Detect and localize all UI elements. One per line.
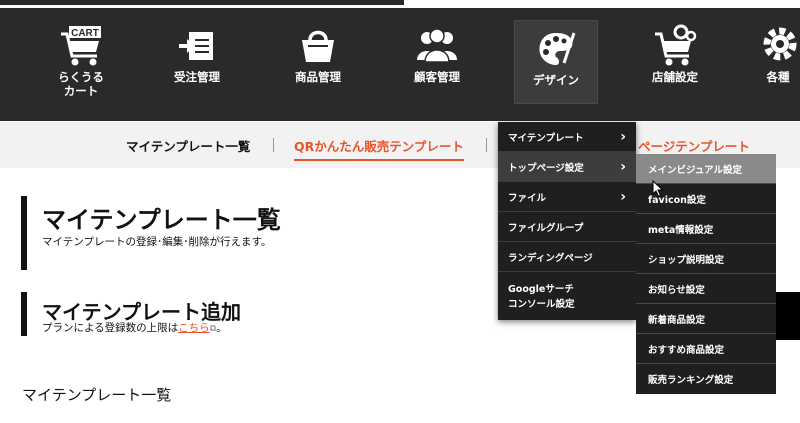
nav-label: 店舗設定 [652,70,698,84]
nav-label: 商品管理 [295,70,341,84]
heading-bar [21,292,27,336]
nav-label: デザイン [533,73,579,87]
page-description: マイテンプレートの登録･編集･削除が行えます。 [42,236,272,248]
nav-item-products[interactable]: 商品管理 [273,18,363,104]
plan-limit-link[interactable]: こちら [178,322,210,334]
mouse-cursor-icon [652,180,664,198]
tab-my-template-list[interactable]: マイテンプレート一覧 [126,136,250,155]
chevron-right-icon: › [620,188,626,205]
top-strip [0,0,800,8]
nav-label: 各種 [766,70,790,84]
store-settings-icon [655,24,697,66]
tab-qr-template[interactable]: QRかんたん販売テンプレート [294,136,464,161]
gear-icon [763,27,797,61]
nav-item-cart[interactable]: CART らくうる カート [36,18,126,104]
submenu-item-ranking[interactable]: 販売ランキング設定 [636,364,776,394]
menu-item-file[interactable]: ファイル › [498,182,636,212]
submenu-item-news[interactable]: お知らせ設定 [636,274,776,304]
nav-item-misc[interactable]: 各種 [748,18,800,104]
nav-item-store-settings[interactable]: 店舗設定 [630,18,720,104]
nav-label: 顧客管理 [414,70,460,84]
submenu-item-new-products[interactable]: 新着商品設定 [636,304,776,334]
submenu-item-meta[interactable]: meta情報設定 [636,214,776,244]
main-nav: CART らくうる カート 受注管理 商品管理 顧客管理 デザイン 店舗設定 各… [0,8,800,121]
nav-item-design[interactable]: デザイン [514,20,598,104]
chevron-right-icon: › [620,128,626,145]
template-list-label: マイテンプレート一覧 [22,386,172,404]
nav-item-orders[interactable]: 受注管理 [152,18,242,104]
nav-label: らくうる カート [58,70,104,98]
menu-item-google-search-console[interactable]: Googleサーチ コンソール設定 [498,272,636,320]
nav-item-customers[interactable]: 顧客管理 [392,18,482,104]
cart-icon: CART [61,26,101,66]
shopping-bag-icon [302,30,334,62]
menu-item-file-group[interactable]: ファイルグループ [498,212,636,242]
nav-label: 受注管理 [174,70,220,84]
submenu-item-recommended[interactable]: おすすめ商品設定 [636,334,776,364]
tab-divider [273,138,274,152]
add-template-description: プランによる登録数の上限はこちら⧉。 [42,322,227,334]
tab-divider [486,138,487,152]
page-title: マイテンプレート一覧 [42,206,281,234]
palette-icon [539,32,576,65]
customers-icon [417,28,457,63]
submenu-item-shop-description[interactable]: ショップ説明設定 [636,244,776,274]
heading-bar [21,196,27,270]
menu-item-my-template[interactable]: マイテンプレート › [498,122,636,152]
background-panel-edge [776,292,800,340]
menu-item-landing-page[interactable]: ランディングページ [498,242,636,272]
svg-text:CART: CART [71,28,99,39]
design-dropdown-menu: マイテンプレート › トップページ設定 › ファイル › ファイルグループ ランディン… [498,122,636,320]
menu-item-top-page-settings[interactable]: トップページ設定 › [498,152,636,182]
order-inbox-icon [179,32,213,60]
chevron-right-icon: › [620,158,626,175]
